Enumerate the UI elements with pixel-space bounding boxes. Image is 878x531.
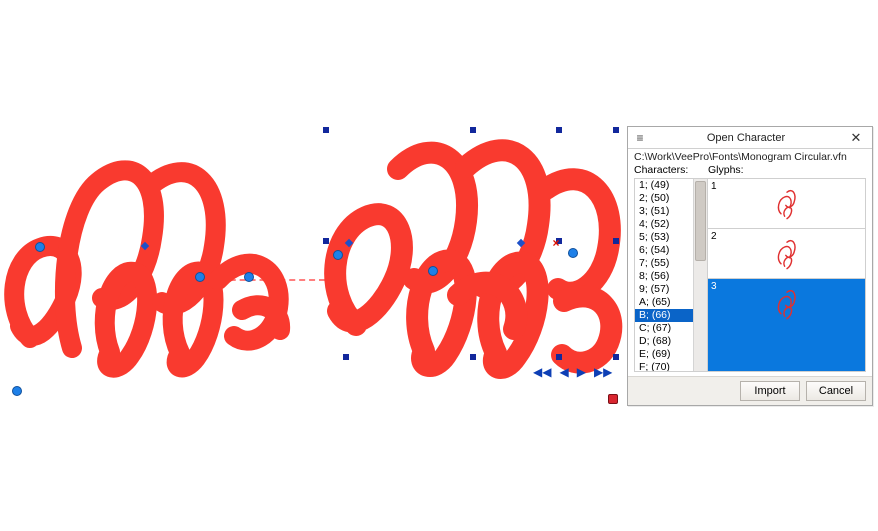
char-item[interactable]: 3; (51): [635, 205, 693, 218]
design-canvas[interactable]: × ◀◀ ◀ ▶ ▶▶: [0, 0, 627, 531]
characters-list[interactable]: 1; (49)2; (50)3; (51)4; (52)5; (53)6; (5…: [634, 178, 708, 372]
open-character-dialog: ≡ Open Character ✕ C:\Work\VeePro\Fonts\…: [627, 126, 873, 406]
origin-marker-left[interactable]: [35, 242, 45, 252]
import-button[interactable]: Import: [740, 381, 800, 401]
char-item[interactable]: E; (69): [635, 348, 693, 361]
sel-handle-sw[interactable]: [343, 354, 349, 360]
char-item[interactable]: C; (67): [635, 322, 693, 335]
glyph-preview: [765, 183, 809, 223]
glyph-number: 3: [711, 281, 717, 292]
glyph-number: 1: [711, 181, 717, 192]
char-item[interactable]: F; (70): [635, 361, 693, 371]
glyph-cell[interactable]: 2: [708, 229, 865, 279]
menu-icon[interactable]: ≡: [628, 131, 652, 145]
baseline-marker[interactable]: [12, 386, 22, 396]
sel-handle-ne2[interactable]: [613, 127, 619, 133]
scrollbar-thumb[interactable]: [695, 181, 706, 261]
char-item[interactable]: 9; (57): [635, 283, 693, 296]
sel-handle-w[interactable]: [323, 238, 329, 244]
char-item[interactable]: 6; (54): [635, 244, 693, 257]
sel-handle-se[interactable]: [613, 354, 619, 360]
nav-prev[interactable]: ◀: [559, 365, 568, 379]
anchor-left-b[interactable]: [244, 272, 254, 282]
nav-next[interactable]: ▶: [577, 365, 586, 379]
glyphs-panel[interactable]: 1 2 3: [707, 178, 866, 372]
glyph-left[interactable]: [2, 148, 292, 383]
char-item[interactable]: 1; (49): [635, 179, 693, 192]
char-item[interactable]: A; (65): [635, 296, 693, 309]
char-item[interactable]: 7; (55): [635, 257, 693, 270]
char-item[interactable]: D; (68): [635, 335, 693, 348]
char-item[interactable]: 2; (50): [635, 192, 693, 205]
titlebar: ≡ Open Character ✕: [628, 127, 872, 149]
sel-handle-n[interactable]: [470, 127, 476, 133]
end-marker[interactable]: [608, 394, 618, 404]
char-item[interactable]: 4; (52): [635, 218, 693, 231]
close-icon[interactable]: ✕: [840, 130, 872, 146]
glyph-nav-arrows: ◀◀ ◀ ▶ ▶▶: [533, 365, 612, 379]
anchor-right-a[interactable]: [333, 250, 343, 260]
char-item[interactable]: 8; (56): [635, 270, 693, 283]
sel-handle-e2[interactable]: [613, 238, 619, 244]
glyph-preview: [765, 283, 809, 323]
file-path: C:\Work\VeePro\Fonts\Monogram Circular.v…: [628, 149, 872, 163]
nav-last[interactable]: ▶▶: [594, 365, 612, 379]
glyphs-label: Glyphs:: [708, 164, 744, 176]
glyph-preview: [765, 233, 809, 273]
delete-marker[interactable]: ×: [551, 238, 561, 248]
scrollbar[interactable]: [693, 179, 707, 371]
column-labels: Characters: Glyphs:: [628, 163, 872, 178]
cancel-button[interactable]: Cancel: [806, 381, 866, 401]
glyph-cell[interactable]: 3: [708, 279, 865, 371]
char-item[interactable]: 5; (53): [635, 231, 693, 244]
nav-first[interactable]: ◀◀: [533, 365, 551, 379]
sel-handle-s2[interactable]: [556, 354, 562, 360]
anchor-left-a[interactable]: [195, 272, 205, 282]
dialog-buttons: Import Cancel: [628, 376, 872, 405]
characters-label: Characters:: [634, 164, 708, 176]
sel-handle-s[interactable]: [470, 354, 476, 360]
glyph-number: 2: [711, 231, 717, 242]
sel-handle-nw[interactable]: [323, 127, 329, 133]
char-item[interactable]: B; (66): [635, 309, 693, 322]
sel-handle-ne[interactable]: [556, 127, 562, 133]
origin-marker-right[interactable]: [428, 266, 438, 276]
anchor-right-b[interactable]: [568, 248, 578, 258]
glyph-cell[interactable]: 1: [708, 179, 865, 229]
dialog-title: Open Character: [652, 132, 840, 144]
